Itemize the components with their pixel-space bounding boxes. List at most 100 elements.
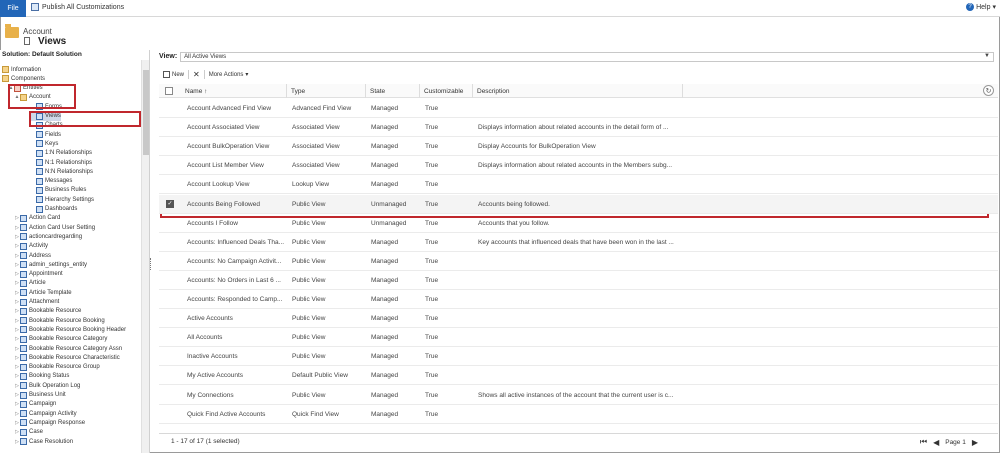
previous-page-icon[interactable]: ◀ bbox=[933, 438, 939, 447]
nav-item[interactable]: ▷ Campaign bbox=[14, 400, 56, 409]
cell-name[interactable]: Inactive Accounts bbox=[187, 347, 287, 366]
nav-item[interactable]: ▷ Campaign Response bbox=[14, 418, 85, 427]
table-row[interactable]: ✓ Accounts Being Followed Public View Unman… bbox=[159, 194, 998, 214]
table-row[interactable]: Active Accounts Public View Managed True bbox=[159, 309, 998, 329]
cell-name[interactable]: Account List Member View bbox=[187, 156, 287, 175]
column-header-state[interactable]: State bbox=[366, 84, 420, 98]
nav-item[interactable]: ▷ Article bbox=[14, 279, 46, 288]
help-button[interactable]: ? Help ▾ bbox=[966, 3, 996, 11]
cell-name[interactable]: My Connections bbox=[187, 386, 287, 405]
more-actions-button[interactable]: More Actions ▾ bbox=[205, 71, 253, 79]
nav-item[interactable]: ▲ Entities bbox=[8, 84, 43, 93]
nav-item[interactable]: ▲ Account bbox=[14, 93, 51, 102]
table-row[interactable]: All Accounts Public View Managed True bbox=[159, 328, 998, 348]
table-row[interactable]: Account Associated View Associated View Ma… bbox=[159, 118, 998, 138]
nav-item[interactable]: ▷ Bookable Resource Group bbox=[14, 363, 100, 372]
table-row[interactable]: Accounts: No Campaign Activit... Public V… bbox=[159, 252, 998, 271]
cell-name[interactable]: Quick Find Active Accounts bbox=[187, 405, 287, 424]
row-checkbox-checked[interactable]: ✓ bbox=[166, 199, 174, 208]
table-row[interactable]: Account BulkOperation View Associated Vie… bbox=[159, 137, 998, 157]
column-header-type[interactable]: Type bbox=[287, 84, 366, 98]
file-button[interactable]: File bbox=[0, 0, 26, 17]
column-header-name[interactable]: Name ↑ bbox=[181, 84, 287, 98]
table-row[interactable]: Accounts: No Orders in Last 6 ... Public … bbox=[159, 271, 998, 290]
table-row[interactable]: My Connections Public View Managed True Show… bbox=[159, 386, 998, 405]
nav-item-label: Business Unit bbox=[29, 392, 66, 398]
pane-splitter[interactable] bbox=[150, 258, 152, 270]
cell-name[interactable]: Account Associated View bbox=[187, 118, 287, 137]
nav-item[interactable]: Dashboards bbox=[30, 205, 77, 214]
nav-item[interactable]: ▷ Bookable Resource Category Assn bbox=[14, 344, 122, 353]
table-row[interactable]: Accounts: Influenced Deals Tha... Public … bbox=[159, 233, 998, 252]
nav-item[interactable]: Information bbox=[2, 65, 41, 74]
nav-item[interactable]: ▷ Activity bbox=[14, 242, 48, 251]
nav-item[interactable]: ▷ Action Card bbox=[14, 214, 60, 223]
nav-item[interactable]: ▷ Bookable Resource Characteristic bbox=[14, 353, 120, 362]
nav-item[interactable]: ▷ Case Resolution bbox=[14, 437, 73, 446]
table-row[interactable]: Account Lookup View Lookup View Managed Tru… bbox=[159, 175, 998, 195]
table-row[interactable]: Inactive Accounts Public View Managed True bbox=[159, 347, 998, 367]
publish-all-button[interactable]: Publish All Customizations bbox=[31, 3, 124, 11]
nav-item[interactable]: ▷ Article Template bbox=[14, 288, 72, 297]
nav-item[interactable]: ▷ Campaign Activity bbox=[14, 409, 77, 418]
table-row[interactable]: Accounts I Follow Public View Unmanaged Tru… bbox=[159, 214, 998, 233]
nav-item[interactable]: Fields bbox=[30, 130, 61, 139]
table-row[interactable]: Quick Find Active Accounts Quick Find Vie… bbox=[159, 405, 998, 424]
cell-customizable: True bbox=[425, 181, 439, 189]
nav-item[interactable]: Charts bbox=[30, 121, 63, 130]
table-row[interactable]: Accounts: Responded to Camp... Public Vie… bbox=[159, 290, 998, 309]
nav-item[interactable]: ▷ Action Card User Setting bbox=[14, 223, 95, 232]
table-row[interactable]: Account Advanced Find View Advanced Find … bbox=[159, 99, 998, 118]
nav-item[interactable]: ▷ Bookable Resource Booking Header bbox=[14, 325, 126, 334]
nav-item[interactable]: ▷ Appointment bbox=[14, 270, 63, 279]
nav-item[interactable]: Views bbox=[30, 111, 61, 121]
table-row[interactable]: Account List Member View Associated View M… bbox=[159, 156, 998, 176]
nav-item[interactable]: Components bbox=[2, 74, 45, 83]
nav-item[interactable]: Hierarchy Settings bbox=[30, 195, 94, 204]
nav-item[interactable]: ▷ actioncardregarding bbox=[14, 232, 82, 241]
nav-item[interactable]: Keys bbox=[30, 139, 58, 148]
cell-name[interactable]: Account Lookup View bbox=[187, 175, 287, 194]
cell-name[interactable]: Active Accounts bbox=[187, 309, 287, 328]
nav-item[interactable]: ▷ Bookable Resource Category bbox=[14, 335, 107, 344]
nav-item[interactable]: ▷ Case bbox=[14, 428, 43, 437]
first-page-icon[interactable]: ⏮ bbox=[920, 437, 927, 447]
cell-name[interactable]: Accounts: No Orders in Last 6 ... bbox=[187, 271, 287, 290]
nav-scroll-thumb[interactable] bbox=[143, 70, 149, 155]
nav-item[interactable]: N:N Relationships bbox=[30, 167, 93, 176]
cell-name[interactable]: Accounts I Follow bbox=[187, 214, 287, 233]
table-row[interactable]: My Active Accounts Default Public View Man… bbox=[159, 366, 998, 386]
next-page-icon[interactable]: ▶ bbox=[972, 438, 978, 447]
nav-item[interactable]: N:1 Relationships bbox=[30, 158, 92, 167]
nav-item[interactable]: ▷ Business Unit bbox=[14, 391, 66, 400]
nav-item[interactable]: Business Rules bbox=[30, 186, 86, 195]
cell-name[interactable]: All Accounts bbox=[187, 328, 287, 347]
cell-name[interactable]: Accounts: Influenced Deals Tha... bbox=[187, 233, 287, 252]
view-select[interactable]: All Active Views ▼ bbox=[180, 51, 994, 62]
refresh-icon[interactable]: ↻ bbox=[983, 85, 994, 96]
select-all-checkbox[interactable] bbox=[165, 87, 173, 95]
nav-item[interactable]: ▷ Attachment bbox=[14, 298, 59, 307]
cell-name[interactable]: Account Advanced Find View bbox=[187, 99, 287, 118]
cell-name[interactable]: Accounts Being Followed bbox=[187, 195, 287, 214]
cell-name[interactable]: My Active Accounts bbox=[187, 366, 287, 385]
column-header-description[interactable]: Description bbox=[473, 84, 683, 98]
nav-item[interactable]: ▷ Bookable Resource bbox=[14, 307, 81, 316]
delete-button[interactable]: ✕ bbox=[189, 70, 204, 79]
nav-item[interactable]: Messages bbox=[30, 177, 72, 186]
nav-item[interactable]: ▷ Bulk Operation Log bbox=[14, 381, 80, 390]
nav-item[interactable]: ▷ Bookable Resource Booking bbox=[14, 316, 105, 325]
nav-item[interactable]: 1:N Relationships bbox=[30, 149, 92, 158]
nav-item[interactable]: ▷ Booking Status bbox=[14, 372, 69, 381]
nav-item[interactable]: Forms bbox=[30, 102, 62, 111]
entity-label: Account bbox=[23, 27, 52, 36]
nav-scrollbar[interactable] bbox=[141, 60, 149, 453]
cell-name[interactable]: Accounts: Responded to Camp... bbox=[187, 290, 287, 309]
nav-item[interactable]: ▷ admin_settings_entity bbox=[14, 260, 87, 269]
new-button[interactable]: New bbox=[159, 71, 188, 78]
cell-name[interactable]: Accounts: No Campaign Activit... bbox=[187, 252, 287, 271]
entity-icon bbox=[20, 335, 27, 343]
cell-name[interactable]: Account BulkOperation View bbox=[187, 137, 287, 156]
nav-item[interactable]: ▷ Address bbox=[14, 251, 51, 260]
column-header-customizable[interactable]: Customizable bbox=[420, 84, 473, 98]
